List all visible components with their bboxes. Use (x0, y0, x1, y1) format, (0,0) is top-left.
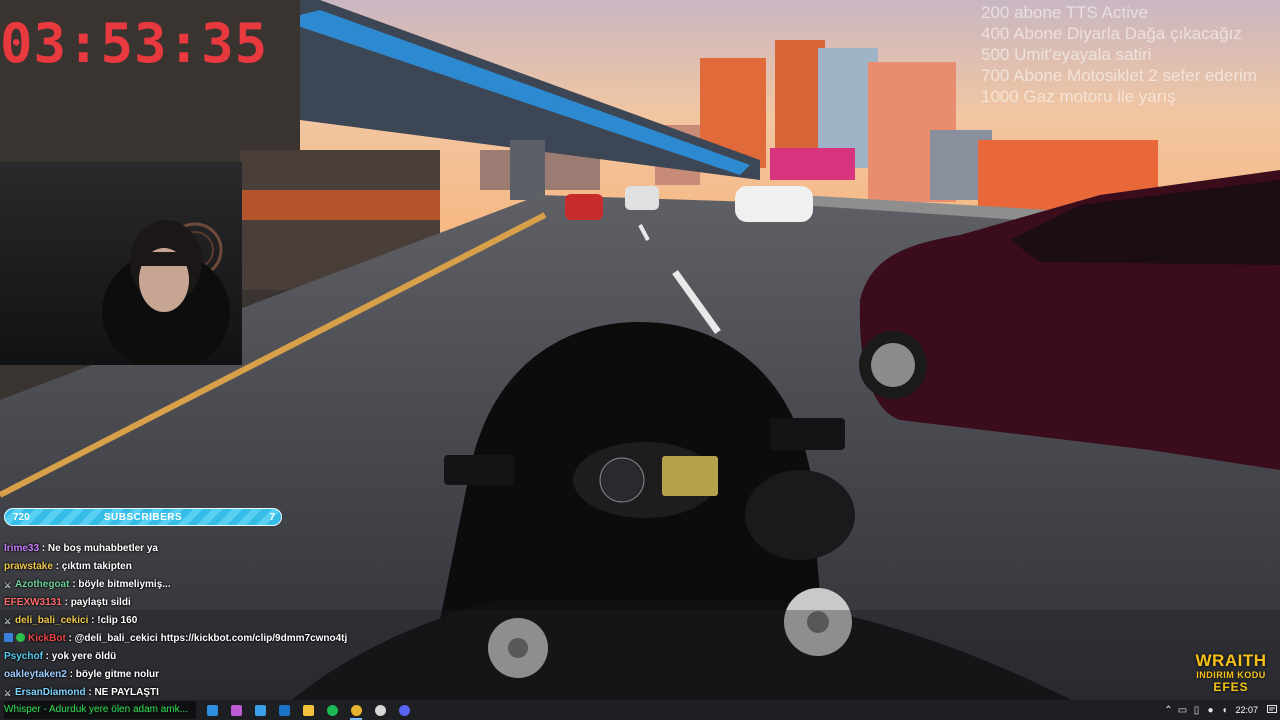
volume-icon[interactable]: ◖ (1217, 700, 1231, 720)
chat-message: Irime33 : Ne boş muhabbetler ya (4, 540, 158, 558)
goal-item: 500 Umit'eyayala satiri (981, 45, 1152, 64)
chat-username[interactable]: Psychof (4, 651, 43, 662)
chat-text: : böyle gitme nolur (66, 669, 160, 680)
obs-icon[interactable] (368, 700, 392, 720)
sponsor-brand: WRAITH (1195, 651, 1267, 670)
sword-icon: ⚔ (4, 617, 12, 626)
goal-item: 400 Abone Diyarla Dağa çıkacağız (981, 24, 1242, 43)
chevron-up-icon[interactable]: ⌃ (1161, 700, 1175, 720)
store-icon[interactable] (248, 700, 272, 720)
chat-text: : yok yere öldü (42, 651, 117, 662)
battery-icon[interactable]: ▯ (1189, 700, 1203, 720)
chat-message: ⚔ deli_bali_cekici : !clip 160 (4, 612, 137, 630)
goal-item: 700 Abone Motosiklet 2 sefer ederim (981, 66, 1257, 85)
subscriber-bar-label: SUBSCRIBERS (103, 512, 183, 523)
chat-message: prawstake : çıktım takipten (4, 558, 132, 576)
chrome-icon[interactable] (344, 700, 368, 720)
sponsor-logo: WRAITH INDIRIM KODU EFES (1186, 652, 1276, 694)
microphone-icon[interactable]: ● (1203, 700, 1217, 720)
subscriber-count-recent: 7 (269, 512, 275, 523)
chat-username[interactable]: Azothegoat (15, 579, 69, 590)
system-tray: ⌃ ▭ ▯ ● ◖ 22:07 (1161, 700, 1280, 720)
chat-message: ⚔ Azothegoat : böyle bitmeliymiş... (4, 576, 171, 594)
network-icon[interactable]: ▭ (1175, 700, 1189, 720)
goal-item: 1000 Gaz motoru ile yarış (981, 87, 1176, 106)
notification-icon[interactable] (1264, 700, 1280, 720)
chat-text: : NE PAYLAŞTI (85, 687, 159, 698)
copilot-icon[interactable] (224, 700, 248, 720)
chat-username[interactable]: EFEXW3131 (4, 597, 62, 608)
chat-username[interactable]: Irime33 (4, 543, 39, 554)
chat-text: : böyle bitmeliymiş... (69, 579, 171, 590)
file-explorer-icon[interactable] (296, 700, 320, 720)
chat-message: oakleytaken2 : böyle gitme nolur (4, 666, 159, 684)
chat-message: Psychof : yok yere öldü (4, 648, 116, 666)
chat-message: EFEXW3131 : paylaştı sildi (4, 594, 131, 612)
verified-icon (16, 633, 25, 642)
goal-item: 200 abone TTS Active (981, 3, 1148, 22)
chat-text: : paylaştı sildi (61, 597, 131, 608)
subscriber-goals-list: 200 abone TTS Active 400 Abone Diyarla D… (981, 2, 1280, 107)
chat-message: KickBot : @deli_bali_cekici https://kick… (4, 630, 347, 648)
chat-username[interactable]: ErsanDiamond (15, 687, 86, 698)
red-car (565, 194, 603, 220)
chat-text: : !clip 160 (88, 615, 138, 626)
chat-username[interactable]: prawstake (4, 561, 53, 572)
sword-icon: ⚔ (4, 581, 12, 590)
taskbar-clock[interactable]: 22:07 (1235, 705, 1258, 715)
sponsor-code: EFES (1213, 680, 1249, 694)
chat-preview-popup[interactable]: Whisper - Adurduk yere ölen adam amk... (4, 701, 196, 719)
chat-text: : çıktım takipten (52, 561, 132, 572)
chat-text: : Ne boş muhabbetler ya (39, 543, 158, 554)
spotify-icon[interactable] (320, 700, 344, 720)
bot-icon (4, 633, 13, 642)
stream-timer: 03:53:35 (0, 12, 269, 75)
webcam-overlay (0, 162, 242, 365)
outlook-icon[interactable] (272, 700, 296, 720)
sword-icon: ⚔ (4, 689, 12, 698)
streamer-webcam-image (102, 220, 230, 365)
chat-username[interactable]: KickBot (28, 633, 66, 644)
chat-text: : @deli_bali_cekici https://kickbot.com/… (65, 633, 348, 644)
discord-icon[interactable] (392, 700, 416, 720)
taskbar-app-list (200, 700, 416, 720)
subscriber-progress-bar: 720 SUBSCRIBERS 7 (4, 508, 282, 526)
chat-username[interactable]: deli_bali_cekici (15, 615, 88, 626)
chat-username[interactable]: oakleytaken2 (4, 669, 67, 680)
white-car (735, 186, 813, 222)
edge-icon[interactable] (200, 700, 224, 720)
